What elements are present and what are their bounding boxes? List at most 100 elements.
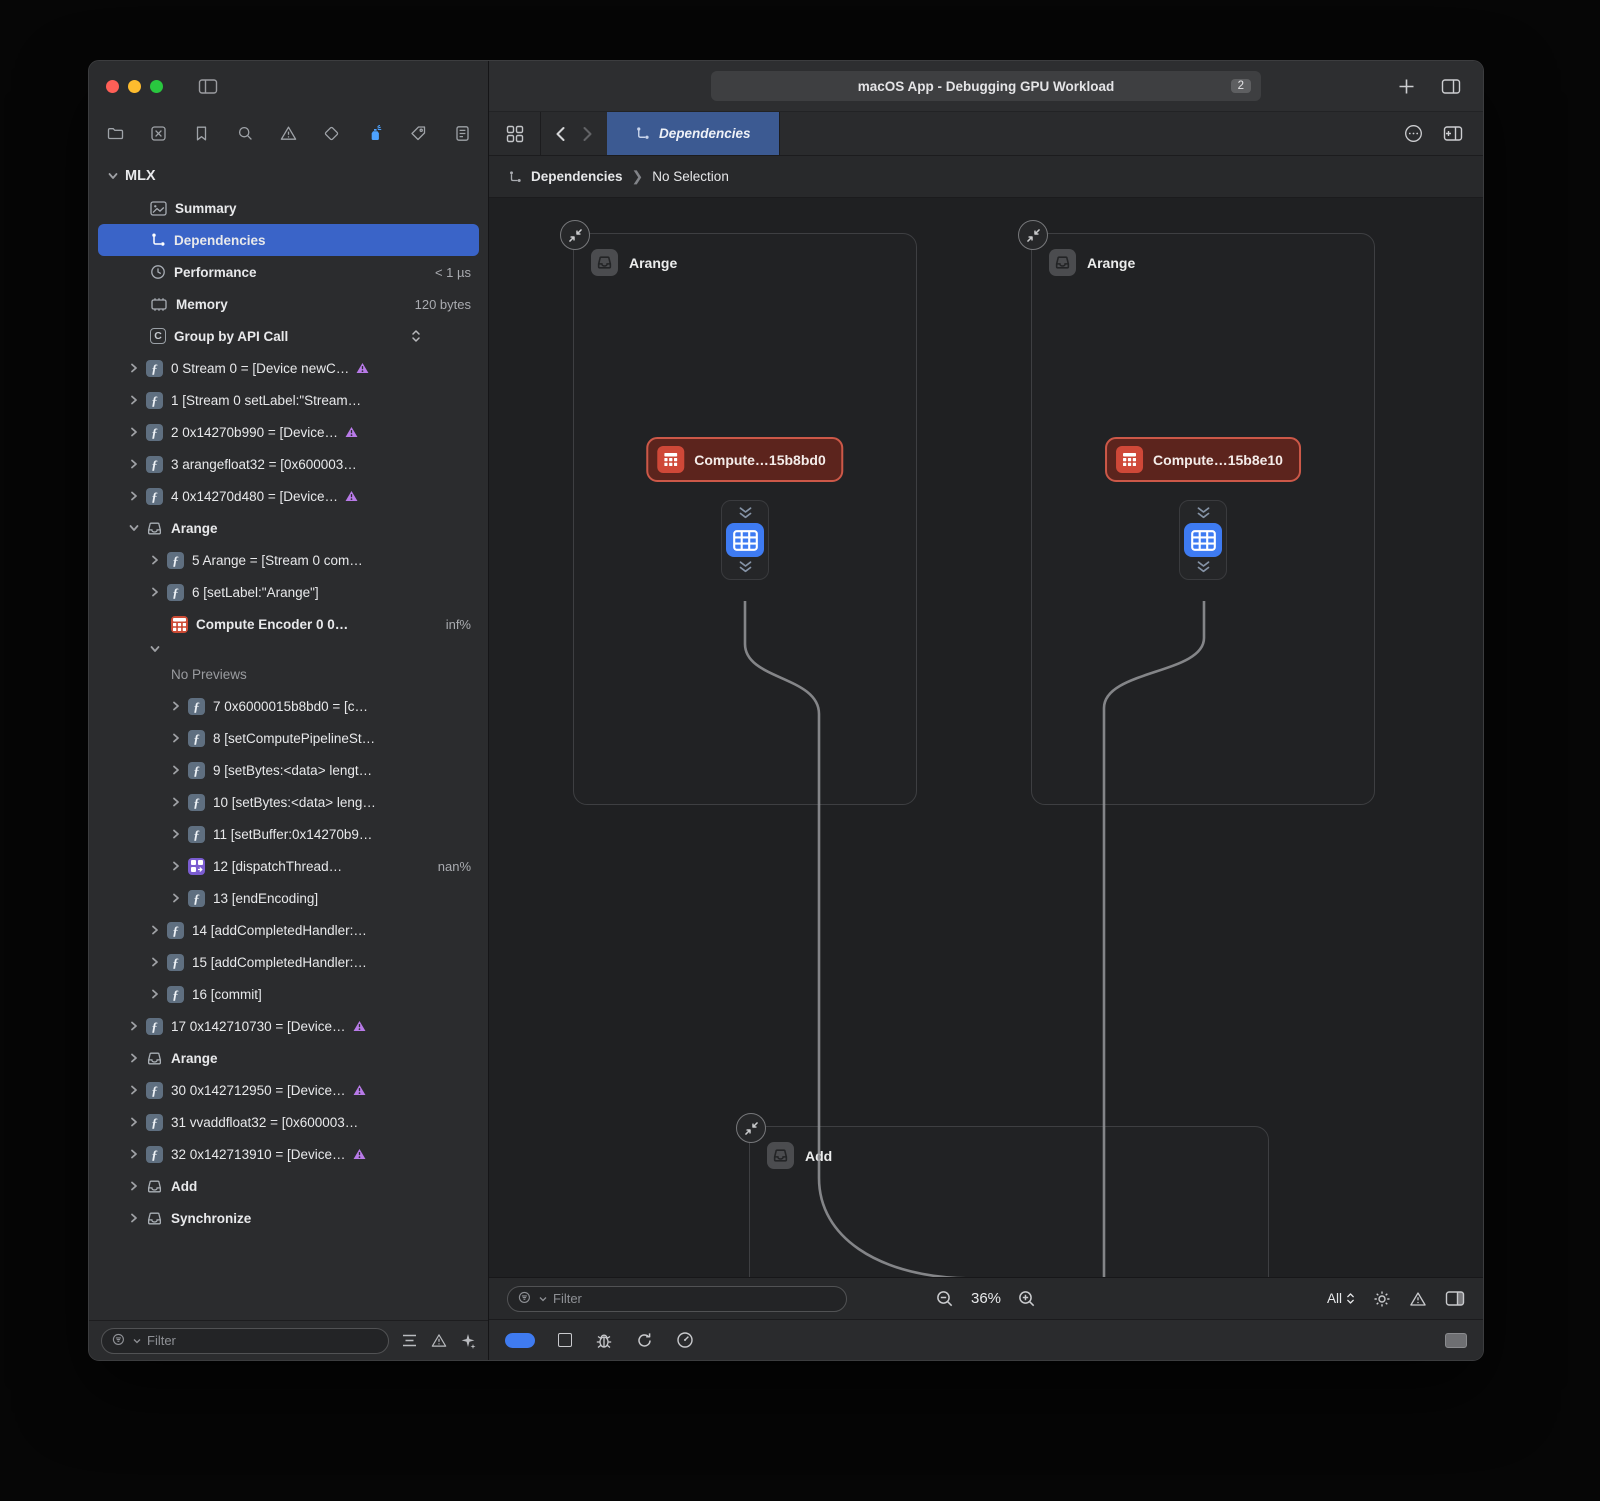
tree-row[interactable]: ƒ13 [endEncoding] — [98, 882, 479, 914]
tree-row[interactable]: ƒ5 Arange = [Stream 0 com… — [98, 544, 479, 576]
diamond-icon[interactable] — [321, 122, 343, 144]
collapse-group-button[interactable] — [736, 1113, 766, 1143]
disclosure-chevron-icon[interactable] — [129, 523, 146, 533]
collapse-group-button[interactable] — [1018, 220, 1048, 250]
tree-row[interactable]: Synchronize — [98, 1202, 479, 1234]
selection-tool-icon[interactable] — [558, 1333, 572, 1347]
tree-row[interactable]: 12 [dispatchThread…nan% — [98, 850, 479, 882]
disclosure-chevron-icon[interactable] — [129, 1117, 146, 1127]
disclosure-chevron-icon[interactable] — [129, 459, 146, 469]
tree-row[interactable]: ƒ9 [setBytes:<data> lengt… — [98, 754, 479, 786]
tree-row[interactable]: Arange — [98, 1042, 479, 1074]
disclosure-chevron-icon[interactable] — [129, 1149, 146, 1159]
tree-row[interactable]: ƒ17 0x142710730 = [Device… — [98, 1010, 479, 1042]
tree-row[interactable]: ƒ8 [setComputePipelineSt… — [98, 722, 479, 754]
tag-icon[interactable] — [408, 122, 430, 144]
disclosure-chevron-icon[interactable] — [150, 925, 167, 935]
tree-row[interactable]: ƒ1 [Stream 0 setLabel:"Stream… — [98, 384, 479, 416]
tree-row[interactable]: ƒ16 [commit] — [98, 978, 479, 1010]
tree-row[interactable]: ƒ4 0x14270d480 = [Device… — [98, 480, 479, 512]
collapse-group-button[interactable] — [560, 220, 590, 250]
graph-group-add[interactable]: Add — [749, 1126, 1269, 1277]
settings-gear-icon[interactable] — [1373, 1290, 1391, 1308]
tree-row[interactable]: Dependencies — [98, 224, 479, 256]
document-title-pill[interactable]: macOS App - Debugging GPU Workload 2 — [711, 71, 1261, 101]
tree-row[interactable]: Performance< 1 µs — [98, 256, 479, 288]
disclosure-chevron-icon[interactable] — [129, 491, 146, 501]
disclosure-chevron-icon[interactable] — [129, 1181, 146, 1191]
toggle-inspector-icon[interactable] — [1441, 78, 1461, 95]
close-window-button[interactable] — [106, 80, 119, 93]
tab-overview-button[interactable] — [489, 112, 541, 155]
compute-encoder-node[interactable]: Compute…15b8bd0 — [646, 437, 843, 482]
disclosure-chevron-icon[interactable] — [108, 171, 125, 181]
tree-row[interactable]: ƒ6 [setLabel:"Arange"] — [98, 576, 479, 608]
grid-x-icon[interactable] — [147, 122, 169, 144]
folder-icon[interactable] — [104, 122, 126, 144]
disclosure-chevron-icon[interactable] — [171, 893, 188, 903]
tree-row[interactable]: ƒ10 [setBytes:<data> leng… — [98, 786, 479, 818]
disclosure-chevron-icon[interactable] — [129, 395, 146, 405]
dependency-graph-canvas[interactable]: ArangeCompute…15b8bd0 ArangeCompute…15b8e… — [489, 198, 1483, 1277]
tree-row[interactable]: MLX — [98, 160, 479, 192]
spray-icon[interactable] — [364, 122, 386, 144]
tree-row[interactable]: ƒ15 [addCompletedHandler:… — [98, 946, 479, 978]
tree-row[interactable]: ƒ0 Stream 0 = [Device newC… — [98, 352, 479, 384]
resource-node[interactable] — [1179, 500, 1227, 580]
scope-dropdown[interactable]: All — [1327, 1291, 1355, 1306]
tree-row[interactable]: CGroup by API Call — [98, 320, 479, 352]
tree-row[interactable]: Memory120 bytes — [98, 288, 479, 320]
tree-row[interactable]: ƒ14 [addCompletedHandler:… — [98, 914, 479, 946]
graph-group-arange[interactable]: ArangeCompute…15b8e10 — [1031, 233, 1375, 805]
tree-row[interactable]: Summary — [98, 192, 479, 224]
sparkle-icon[interactable] — [460, 1333, 476, 1349]
minimize-window-button[interactable] — [128, 80, 141, 93]
tree-row[interactable]: ƒ32 0x142713910 = [Device… — [98, 1138, 479, 1170]
list-icon[interactable] — [451, 122, 473, 144]
disclosure-chevron-icon[interactable] — [150, 587, 167, 597]
graph-filter-input[interactable]: Filter — [507, 1286, 847, 1312]
search-icon[interactable] — [234, 122, 256, 144]
tree-row[interactable]: ƒ30 0x142712950 = [Device… — [98, 1074, 479, 1106]
disclosure-chevron-icon[interactable] — [150, 644, 167, 654]
disclosure-chevron-icon[interactable] — [171, 733, 188, 743]
graph-group-arange[interactable]: ArangeCompute…15b8bd0 — [573, 233, 917, 805]
compute-encoder-node[interactable]: Compute…15b8e10 — [1105, 437, 1301, 482]
tree-row[interactable]: No Previews — [98, 658, 479, 690]
view-mode-toggle[interactable] — [505, 1333, 535, 1348]
disclosure-chevron-icon[interactable] — [171, 701, 188, 711]
zoom-out-icon[interactable] — [936, 1290, 954, 1308]
disclosure-chevron-icon[interactable] — [171, 861, 188, 871]
tree-row[interactable]: ƒ3 arangefloat32 = [0x600003… — [98, 448, 479, 480]
resource-node[interactable] — [721, 500, 769, 580]
tree-row[interactable]: Arange — [98, 512, 479, 544]
disclosure-chevron-icon[interactable] — [129, 363, 146, 373]
show-issues-icon[interactable] — [431, 1333, 447, 1349]
tree-row[interactable]: ƒ31 vvaddfloat32 = [0x600003… — [98, 1106, 479, 1138]
disclosure-chevron-icon[interactable] — [171, 765, 188, 775]
disclosure-chevron-icon[interactable] — [171, 797, 188, 807]
disclosure-chevron-icon[interactable] — [129, 1021, 146, 1031]
refresh-icon[interactable] — [636, 1332, 653, 1349]
warnings-icon[interactable] — [1409, 1291, 1427, 1307]
tree-row[interactable]: ƒ11 [setBuffer:0x14270b9… — [98, 818, 479, 850]
toggle-panel-icon[interactable] — [1445, 1290, 1465, 1307]
zoom-in-icon[interactable] — [1018, 1290, 1036, 1308]
add-editor-icon[interactable] — [1443, 125, 1463, 142]
tree-row[interactable]: ƒ7 0x6000015b8bd0 = [c… — [98, 690, 479, 722]
disclosure-chevron-icon[interactable] — [150, 989, 167, 999]
zoom-window-button[interactable] — [150, 80, 163, 93]
tree-row[interactable] — [98, 640, 479, 658]
disclosure-chevron-icon[interactable] — [171, 829, 188, 839]
tree-row[interactable]: Add — [98, 1170, 479, 1202]
performance-gauge-icon[interactable] — [676, 1331, 694, 1349]
more-options-icon[interactable] — [1404, 124, 1423, 143]
disclosure-chevron-icon[interactable] — [150, 555, 167, 565]
flatten-list-icon[interactable] — [401, 1333, 418, 1349]
add-tab-icon[interactable] — [1398, 78, 1415, 95]
tree-row[interactable]: Compute Encoder 0 0…inf% — [98, 608, 479, 640]
debug-bug-icon[interactable] — [595, 1332, 613, 1349]
group-by-popup-icon[interactable] — [411, 329, 421, 343]
tab-dependencies[interactable]: Dependencies — [607, 112, 780, 155]
disclosure-chevron-icon[interactable] — [129, 1053, 146, 1063]
